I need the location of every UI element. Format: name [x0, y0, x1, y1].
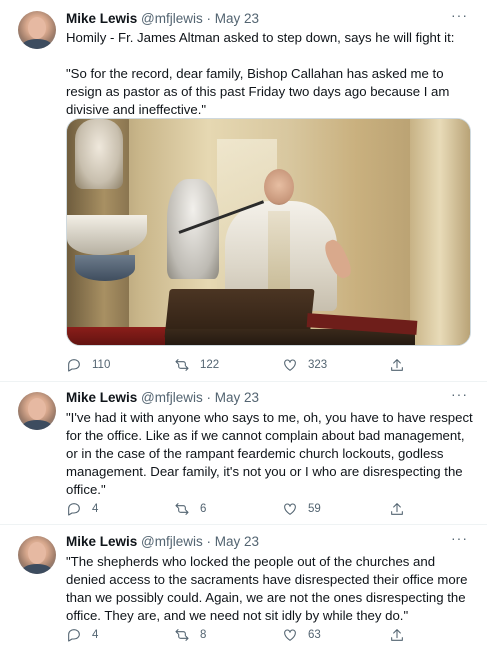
avatar[interactable] — [18, 392, 56, 430]
more-icon[interactable]: ··· — [451, 387, 467, 405]
retweet-button[interactable]: 8 — [174, 626, 206, 644]
avatar[interactable] — [18, 536, 56, 574]
like-button[interactable]: 63 — [282, 626, 321, 644]
reply-button[interactable]: 4 — [66, 626, 98, 644]
tweet[interactable]: Mike Lewis @mfjlewis · May 23 ··· Homily… — [0, 0, 487, 382]
separator: · — [206, 11, 212, 26]
like-button[interactable]: 323 — [282, 356, 327, 374]
tweet-date[interactable]: May 23 — [215, 390, 259, 405]
tweet-text: "The shepherds who locked the people out… — [66, 554, 472, 623]
separator: · — [206, 534, 212, 549]
heart-icon — [284, 629, 296, 641]
retweet-icon — [175, 629, 189, 641]
tweet-header: Mike Lewis @mfjlewis · May 23 — [66, 10, 259, 28]
tweet-date[interactable]: May 23 — [215, 11, 259, 26]
tweet[interactable]: Mike Lewis @mfjlewis · May 23 ··· "The s… — [0, 525, 487, 648]
retweet-count: 122 — [200, 359, 220, 371]
tweet-actions: 110 122 323 — [66, 356, 416, 374]
reply-count: 4 — [92, 503, 99, 515]
retweet-count: 8 — [200, 629, 207, 641]
heart-icon — [284, 359, 296, 371]
share-icon — [391, 359, 403, 371]
like-count: 63 — [308, 629, 321, 641]
author-handle[interactable]: @mfjlewis — [141, 390, 203, 405]
author-handle[interactable]: @mfjlewis — [141, 534, 203, 549]
reply-count: 110 — [92, 359, 111, 371]
author-name[interactable]: Mike Lewis — [66, 11, 137, 26]
more-icon[interactable]: ··· — [451, 531, 467, 549]
like-count: 59 — [308, 503, 321, 515]
tweet-header: Mike Lewis @mfjlewis · May 23 — [66, 533, 259, 551]
video-thumbnail[interactable] — [66, 118, 471, 346]
share-icon — [391, 503, 403, 515]
retweet-icon — [175, 359, 189, 371]
like-button[interactable]: 59 — [282, 500, 321, 518]
heart-icon — [284, 503, 296, 515]
reply-button[interactable]: 110 — [66, 356, 110, 374]
reply-button[interactable]: 4 — [66, 500, 98, 518]
separator: · — [206, 390, 212, 405]
share-button[interactable] — [389, 356, 405, 374]
reply-icon — [68, 503, 80, 516]
retweet-icon — [175, 503, 189, 515]
tweet-header: Mike Lewis @mfjlewis · May 23 — [66, 389, 259, 407]
like-count: 323 — [308, 359, 328, 371]
tweet-date[interactable]: May 23 — [215, 534, 259, 549]
tweet-actions: 4 6 59 — [66, 500, 416, 518]
retweet-button[interactable]: 6 — [174, 500, 206, 518]
retweet-count: 6 — [200, 503, 207, 515]
author-handle[interactable]: @mfjlewis — [141, 11, 203, 26]
share-button[interactable] — [389, 500, 405, 518]
avatar[interactable] — [18, 11, 56, 49]
author-name[interactable]: Mike Lewis — [66, 390, 137, 405]
reply-count: 4 — [92, 629, 99, 641]
tweet-text: "I've had it with anyone who says to me,… — [66, 410, 477, 497]
tweet-actions: 4 8 63 — [66, 626, 416, 644]
more-icon[interactable]: ··· — [451, 8, 467, 26]
tweet[interactable]: Mike Lewis @mfjlewis · May 23 ··· "I've … — [0, 382, 487, 525]
tweet-text: Homily - Fr. James Altman asked to step … — [66, 30, 455, 117]
retweet-button[interactable]: 122 — [174, 356, 219, 374]
share-icon — [391, 629, 403, 641]
reply-icon — [68, 629, 80, 642]
author-name[interactable]: Mike Lewis — [66, 534, 137, 549]
reply-icon — [68, 359, 80, 372]
share-button[interactable] — [389, 626, 405, 644]
